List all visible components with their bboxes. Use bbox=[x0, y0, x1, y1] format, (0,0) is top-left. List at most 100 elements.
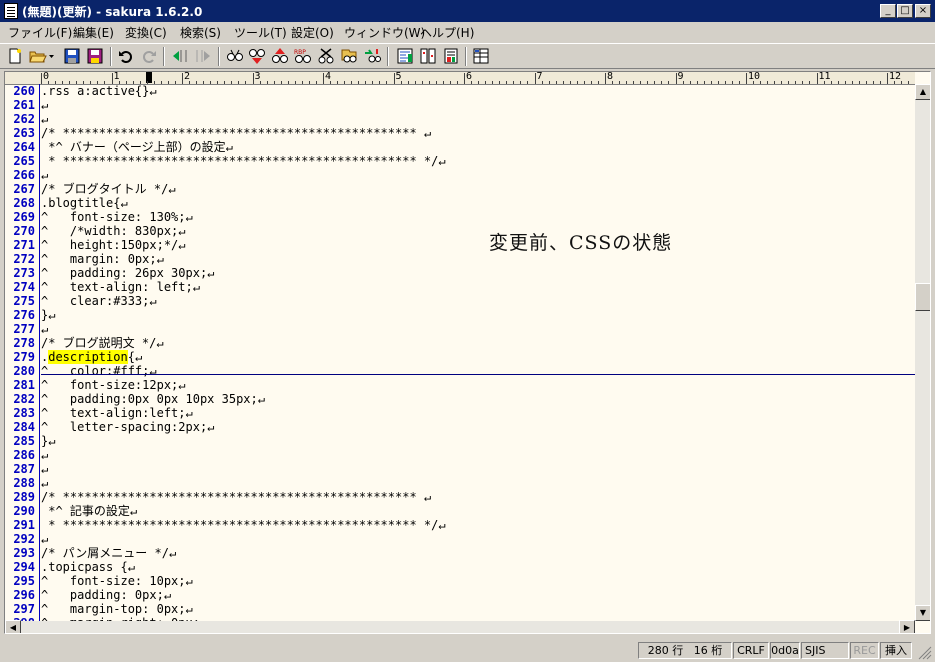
code-line[interactable]: 291 * **********************************… bbox=[5, 518, 915, 532]
line-text: ↵ bbox=[41, 462, 49, 476]
code-line[interactable]: 270 ^ /*width: 830px;↵ bbox=[5, 224, 915, 238]
save-icon[interactable] bbox=[63, 47, 81, 65]
code-line[interactable]: 268 .blogtitle{↵ bbox=[5, 196, 915, 210]
code-line[interactable]: 267 /* ブログタイトル */↵ bbox=[5, 182, 915, 196]
code-line[interactable]: 283 ^ text-align:left;↵ bbox=[5, 406, 915, 420]
scroll-up-arrow-icon[interactable]: ▲ bbox=[915, 84, 930, 100]
line-number: 297 bbox=[13, 602, 35, 616]
line-text: ^ color:#fff;↵ bbox=[41, 364, 157, 378]
code-line[interactable]: 277 ↵ bbox=[5, 322, 915, 336]
menu-file[interactable]: ファイル(F) bbox=[8, 24, 72, 41]
code-line[interactable]: 261 ↵ bbox=[5, 98, 915, 112]
menu-help[interactable]: ヘルプ(H) bbox=[420, 24, 474, 41]
code-line[interactable]: 262 ↵ bbox=[5, 112, 915, 126]
status-position: 280 行 16 桁 bbox=[638, 642, 732, 659]
menu-settings[interactable]: 設定(O) bbox=[291, 24, 334, 41]
code-line[interactable]: 279 .description{↵ bbox=[5, 350, 915, 364]
code-line[interactable]: 296 ^ padding: 0px;↵ bbox=[5, 588, 915, 602]
code-lines[interactable]: 260 .rss a:active{}↵ 261 ↵ 262 ↵ 263 /* *******… bbox=[5, 84, 915, 633]
code-line[interactable]: 269 ^ font-size: 130%;↵ bbox=[5, 210, 915, 224]
code-line[interactable]: 266 ↵ bbox=[5, 168, 915, 182]
code-line[interactable]: 264 *^ バナー（ページ上部）の設定↵ bbox=[5, 140, 915, 154]
search-prev-icon[interactable] bbox=[271, 47, 289, 65]
code-line[interactable]: 284 ^ letter-spacing:2px;↵ bbox=[5, 420, 915, 434]
code-line[interactable]: 281 ^ font-size:12px;↵ bbox=[5, 378, 915, 392]
line-number: 269 bbox=[13, 210, 35, 224]
code-line[interactable]: 293 /* パン屑メニュー */↵ bbox=[5, 546, 915, 560]
scroll-left-arrow-icon[interactable]: ◀ bbox=[5, 620, 21, 633]
code-line[interactable]: 280 ^ color:#fff;↵ bbox=[5, 364, 915, 378]
code-line[interactable]: 265 * **********************************… bbox=[5, 154, 915, 168]
code-line[interactable]: 263 /* **********************************… bbox=[5, 126, 915, 140]
menu-convert[interactable]: 変換(C) bbox=[125, 24, 167, 41]
replace-icon[interactable]: RBP bbox=[294, 47, 312, 65]
ruler-number: 9 bbox=[677, 71, 684, 82]
title-bar[interactable]: (無題)(更新) - sakura 1.6.2.0 _ □ × bbox=[0, 0, 935, 22]
code-line[interactable]: 282 ^ padding:0px 0px 10px 35px;↵ bbox=[5, 392, 915, 406]
code-line[interactable]: 278 /* ブログ説明文 */↵ bbox=[5, 336, 915, 350]
code-line[interactable]: 286 ↵ bbox=[5, 448, 915, 462]
svg-text:RBP: RBP bbox=[294, 49, 306, 56]
menu-search[interactable]: 検索(S) bbox=[180, 24, 221, 41]
code-line[interactable]: 273 ^ padding: 26px 30px;↵ bbox=[5, 266, 915, 280]
code-line[interactable]: 276}↵ bbox=[5, 308, 915, 322]
jump-forward-icon[interactable] bbox=[194, 47, 212, 65]
execute-icon[interactable] bbox=[442, 47, 460, 65]
line-text: /* *************************************… bbox=[41, 490, 432, 504]
code-line[interactable]: 295 ^ font-size: 10px;↵ bbox=[5, 574, 915, 588]
code-line[interactable]: 287 ↵ bbox=[5, 462, 915, 476]
horizontal-scrollbar[interactable]: ◀ ▶ bbox=[5, 620, 915, 633]
code-line[interactable]: 272 ^ margin: 0px;↵ bbox=[5, 252, 915, 266]
settings-icon[interactable] bbox=[472, 47, 490, 65]
scroll-down-arrow-icon[interactable]: ▼ bbox=[915, 605, 930, 621]
code-line[interactable]: 285}↵ bbox=[5, 434, 915, 448]
code-line[interactable]: 275 ^ clear:#333;↵ bbox=[5, 294, 915, 308]
scroll-thumb[interactable] bbox=[915, 283, 930, 311]
compare-icon[interactable] bbox=[419, 47, 437, 65]
line-text: ↵ bbox=[41, 532, 49, 546]
line-number: 267 bbox=[13, 182, 35, 196]
code-line[interactable]: 289 /* **********************************… bbox=[5, 490, 915, 504]
minimize-button[interactable]: _ bbox=[880, 4, 896, 18]
open-folder-icon[interactable] bbox=[29, 47, 47, 65]
line-number: 287 bbox=[13, 462, 35, 476]
line-text: }↵ bbox=[41, 308, 56, 322]
code-line[interactable]: 290 *^ 記事の設定↵ bbox=[5, 504, 915, 518]
search-next-icon[interactable] bbox=[248, 47, 266, 65]
clear-mark-icon[interactable] bbox=[317, 47, 335, 65]
resize-grip-icon[interactable] bbox=[918, 646, 932, 660]
jump-back-icon[interactable] bbox=[171, 47, 189, 65]
code-line[interactable]: 288 ↵ bbox=[5, 476, 915, 490]
code-line[interactable]: 294 .topicpass {↵ bbox=[5, 560, 915, 574]
editor-area[interactable]: 0 1 2 3 4 5 6 7 8 9 10 11 12 260 .rss a:active{}↵ 261 ↵… bbox=[4, 71, 931, 634]
scroll-right-arrow-icon[interactable]: ▶ bbox=[899, 620, 915, 633]
line-text: /* パン屑メニュー */↵ bbox=[41, 546, 177, 560]
maximize-button[interactable]: □ bbox=[897, 4, 913, 18]
search-icon[interactable] bbox=[226, 47, 244, 65]
redo-icon[interactable] bbox=[140, 47, 158, 65]
grep-icon[interactable] bbox=[340, 47, 358, 65]
cursor-underline bbox=[41, 374, 915, 375]
notepad-icon[interactable] bbox=[4, 3, 18, 19]
open-dropdown-icon[interactable] bbox=[48, 47, 56, 65]
code-line[interactable]: 292 ↵ bbox=[5, 532, 915, 546]
outline-icon[interactable] bbox=[396, 47, 414, 65]
undo-icon[interactable] bbox=[117, 47, 135, 65]
line-number: 288 bbox=[13, 476, 35, 490]
ruler-number: 11 bbox=[818, 71, 831, 82]
code-line[interactable]: 297 ^ margin-top: 0px;↵ bbox=[5, 602, 915, 616]
tag-jump-icon[interactable] bbox=[363, 47, 381, 65]
menu-tools[interactable]: ツール(T) bbox=[234, 24, 287, 41]
vertical-scrollbar[interactable]: ▲ ▼ bbox=[915, 84, 930, 621]
menu-window[interactable]: ウィンドウ(W) bbox=[344, 24, 425, 41]
code-line[interactable]: 274 ^ text-align: left;↵ bbox=[5, 280, 915, 294]
new-file-icon[interactable] bbox=[6, 47, 24, 65]
line-text: ^ font-size: 130%;↵ bbox=[41, 210, 193, 224]
line-number: 277 bbox=[13, 322, 35, 336]
close-button[interactable]: × bbox=[915, 4, 931, 18]
menu-edit[interactable]: 編集(E) bbox=[73, 24, 114, 41]
line-number: 296 bbox=[13, 588, 35, 602]
code-line[interactable]: 271 ^ height:150px;*/↵ bbox=[5, 238, 915, 252]
code-line[interactable]: 260 .rss a:active{}↵ bbox=[5, 84, 915, 98]
save-all-icon[interactable] bbox=[86, 47, 104, 65]
